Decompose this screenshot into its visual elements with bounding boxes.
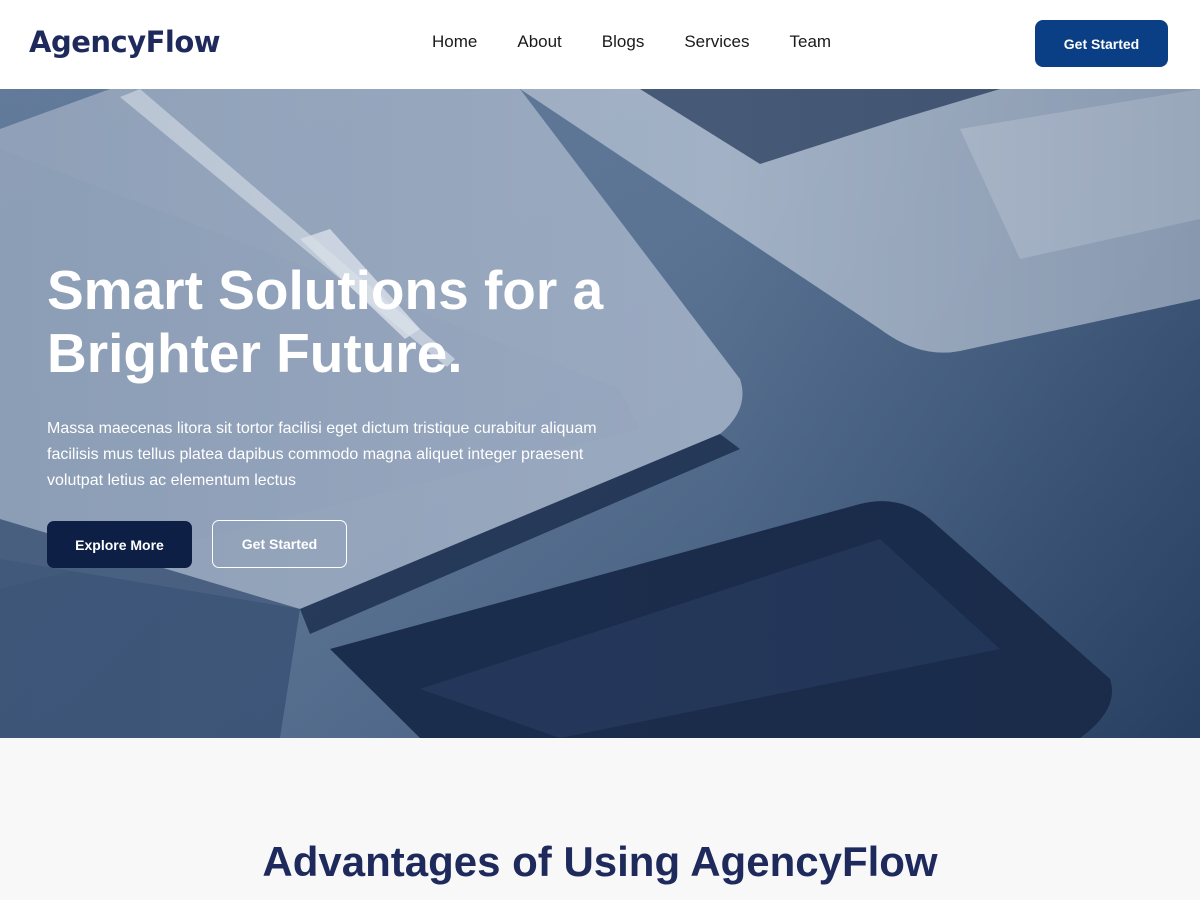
explore-more-button[interactable]: Explore More: [47, 521, 192, 568]
hero-description: Massa maecenas litora sit tortor facilis…: [47, 420, 597, 489]
hero-section: Smart Solutions for a Brighter Future. M…: [0, 89, 1200, 738]
advantages-section: Advantages of Using AgencyFlow: [0, 738, 1200, 900]
advantages-title: Advantages of Using AgencyFlow: [262, 838, 938, 885]
hero-overlay: [0, 89, 1200, 738]
site-header: AgencyFlow Home About Blogs Services Tea…: [0, 0, 1200, 89]
nav-blogs[interactable]: Blogs: [602, 32, 645, 52]
nav-about[interactable]: About: [517, 32, 561, 52]
main-nav: Home About Blogs Services Team: [432, 32, 831, 52]
nav-services[interactable]: Services: [684, 32, 749, 52]
logo[interactable]: AgencyFlow: [29, 25, 221, 59]
nav-home[interactable]: Home: [432, 32, 477, 52]
hero-title: Smart Solutions for a Brighter Future.: [47, 259, 604, 384]
header-get-started-button[interactable]: Get Started: [1035, 20, 1168, 67]
hero-get-started-button[interactable]: Get Started: [212, 520, 347, 568]
nav-team[interactable]: Team: [790, 32, 832, 52]
